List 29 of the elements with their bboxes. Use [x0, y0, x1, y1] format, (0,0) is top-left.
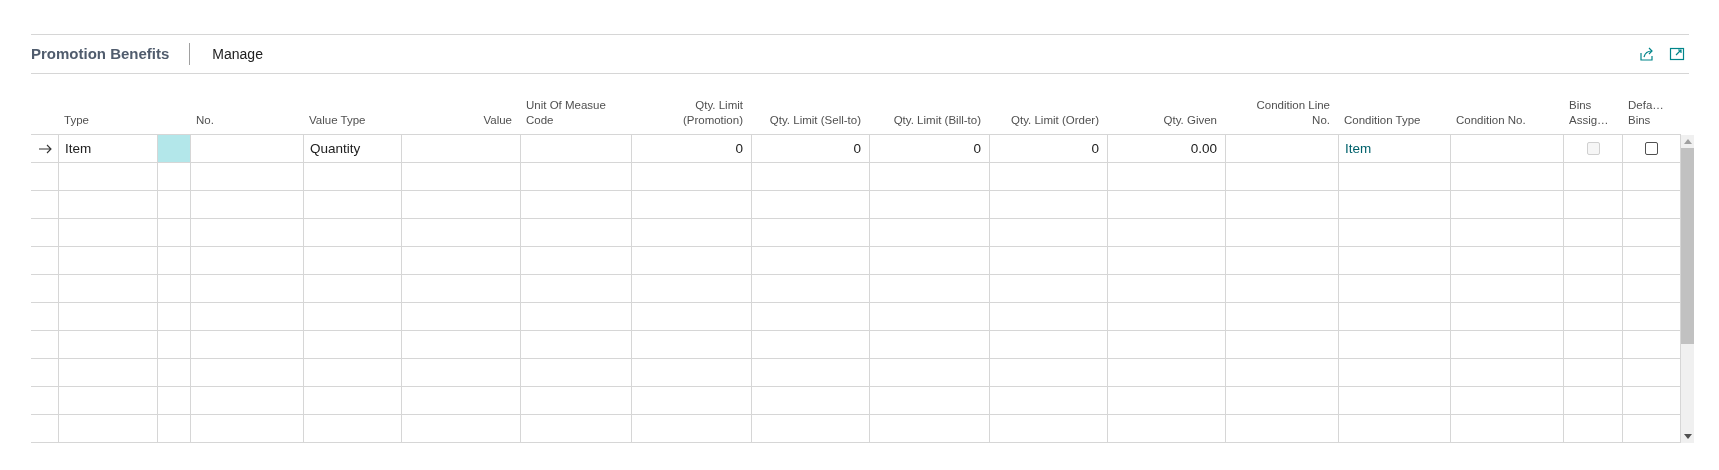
column-header[interactable]: Qty. Limit (Bill-to)	[893, 113, 981, 128]
cell-link[interactable]: Item	[1345, 141, 1372, 156]
manage-button[interactable]: Manage	[204, 42, 271, 66]
table-cell: Quantity	[304, 135, 402, 162]
column-header[interactable]: Qty. Limit (Promotion)	[682, 98, 743, 128]
column-header[interactable]: Qty. Limit (Order)	[1011, 113, 1099, 128]
scroll-down-icon[interactable]	[1683, 434, 1692, 439]
column-header[interactable]: Qty. Given	[1163, 113, 1217, 128]
column-header[interactable]: Condition Line No.	[1256, 98, 1330, 128]
column-header[interactable]: Qty. Limit (Sell-to)	[769, 113, 861, 128]
selected-cell[interactable]	[158, 135, 191, 162]
table-cell: 0	[990, 135, 1108, 162]
table-cell: 0	[752, 135, 870, 162]
column-header[interactable]: Value Type	[309, 113, 366, 128]
column-header[interactable]: Condition No.	[1456, 113, 1526, 128]
column-header[interactable]: Defa… Bins	[1628, 98, 1664, 128]
scroll-up-icon[interactable]	[1683, 139, 1692, 144]
part-title: Promotion Benefits	[31, 43, 191, 65]
column-header[interactable]: Bins Assig…	[1569, 98, 1609, 128]
column-header[interactable]: Type	[64, 113, 89, 128]
column-header[interactable]: Condition Type	[1344, 113, 1421, 128]
column-header[interactable]: Value	[483, 113, 512, 128]
table-cell: 0	[870, 135, 990, 162]
scrollbar[interactable]	[1681, 135, 1694, 443]
table-cell: 0	[632, 135, 752, 162]
checkbox[interactable]	[1645, 142, 1658, 155]
table-cell: 0.00	[1108, 135, 1226, 162]
column-header[interactable]: Unit Of Measue Code	[526, 98, 606, 128]
column-header[interactable]: No.	[196, 113, 214, 128]
